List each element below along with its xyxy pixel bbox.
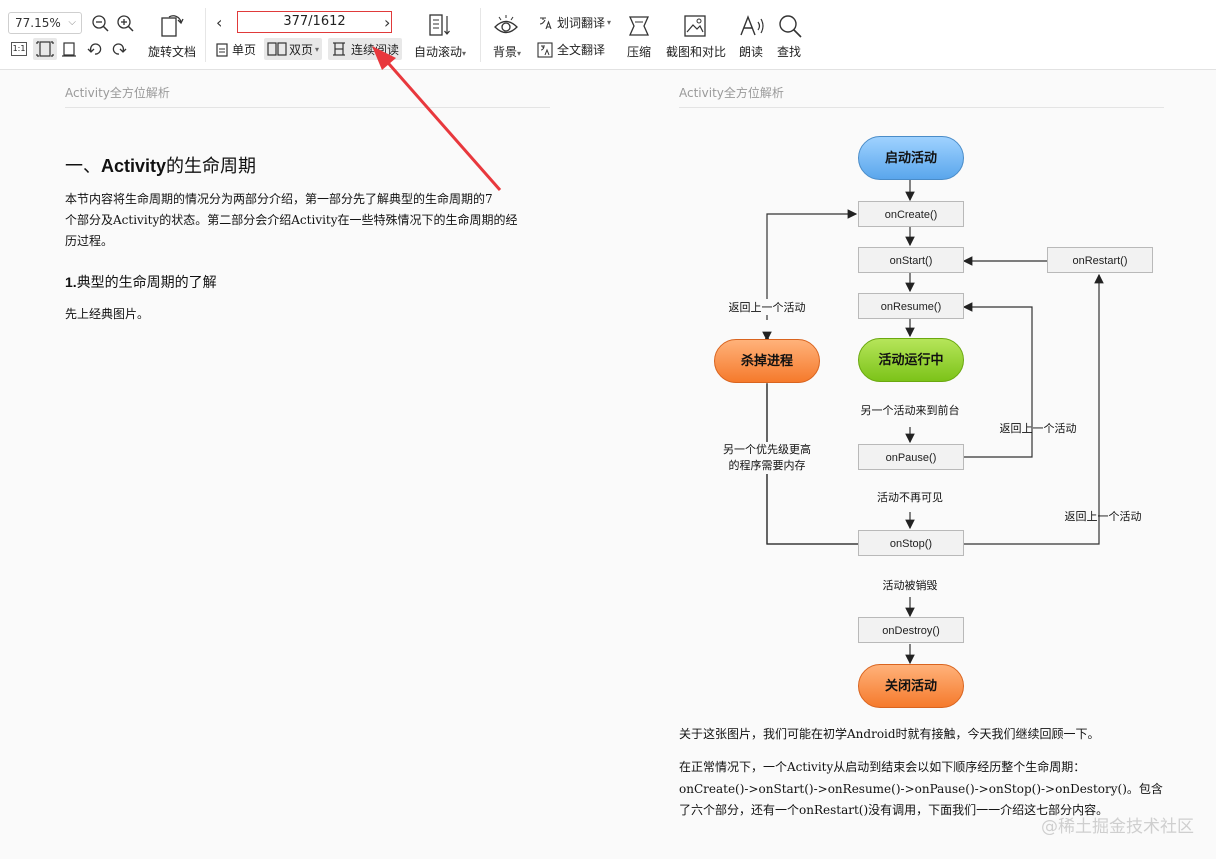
subsection-body: 先上经典图片。 — [65, 307, 150, 321]
double-page-button[interactable]: 双页 ▾ — [264, 38, 323, 60]
kill-process-node: 杀掉进程 — [714, 339, 820, 383]
zoom-out-icon[interactable] — [91, 14, 109, 32]
on-pause-node: onPause() — [858, 444, 964, 470]
next-page-button[interactable]: › — [384, 13, 390, 32]
rotate-left-icon[interactable] — [87, 41, 103, 57]
toolbar: 77.15% ⌵ 1:1 旋转文档 ‹ 377/1612 › 单页 双页 ▾ 自… — [0, 0, 1216, 70]
actual-size-icon[interactable]: 1:1 — [11, 42, 27, 56]
toolbar-divider — [205, 8, 206, 62]
screenshot-compare-label[interactable]: 截图和对比 — [663, 43, 729, 60]
read-aloud-label[interactable]: 朗读 — [735, 43, 767, 60]
zoom-value: 77.15% — [15, 16, 61, 30]
fit-page-icon — [36, 41, 54, 57]
close-activity-node: 关闭活动 — [858, 664, 964, 708]
back-label: 返回上一个活动 — [1064, 510, 1142, 523]
fit-width-icon[interactable] — [61, 41, 77, 57]
zoom-select[interactable]: 77.15% ⌵ — [8, 12, 82, 34]
on-resume-node: onResume() — [858, 293, 964, 319]
single-page-button[interactable]: 单页 — [215, 41, 256, 58]
annotation-arrow — [372, 46, 502, 191]
zoom-in-icon[interactable] — [116, 14, 134, 32]
word-translate-button[interactable]: 划词翻译 ▾ — [537, 14, 611, 31]
start-activity-node: 启动活动 — [858, 136, 964, 180]
rotate-document-label[interactable]: 旋转文档 — [146, 43, 198, 60]
on-restart-node: onRestart() — [1047, 247, 1153, 273]
back-label: 返回上一个活动 — [999, 422, 1077, 435]
to-front-label: 另一个活动来到前台 — [860, 404, 960, 417]
on-create-node: onCreate() — [858, 201, 964, 227]
subsection-heading: 1.典型的生命周期的了解 — [65, 274, 217, 291]
page-header: Activity全方位解析 — [65, 86, 170, 100]
on-destroy-node: onDestroy() — [858, 617, 964, 643]
fit-page-button[interactable] — [33, 38, 57, 60]
chevron-down-icon: ⌵ — [68, 17, 76, 28]
full-translate-button[interactable]: 全文翻译 — [537, 41, 605, 58]
running-node: 活动运行中 — [858, 338, 964, 382]
chevron-down-icon: ▾ — [607, 18, 612, 27]
on-stop-node: onStop() — [858, 530, 964, 556]
left-page: Activity全方位解析 一、Activity的生命周期 本节内容将生命周期的… — [0, 72, 608, 859]
higher-priority-label: 另一个优先级更高 的程序需要内存 — [704, 442, 830, 474]
eye-icon[interactable] — [493, 13, 519, 37]
caption-line: 关于这张图片，我们可能在初学Android时就有接触，今天我们继续回顾一下。 — [679, 727, 1100, 741]
back-label: 返回上一个活动 — [712, 299, 822, 315]
right-page: Activity全方位解析 启动活动 onCreate() onStart() … — [608, 72, 1216, 859]
read-aloud-icon[interactable] — [738, 13, 766, 39]
chevron-down-icon: ▾ — [315, 44, 320, 54]
compress-label[interactable]: 压缩 — [622, 43, 656, 60]
search-icon[interactable] — [777, 13, 803, 39]
on-start-node: onStart() — [858, 247, 964, 273]
screenshot-icon[interactable] — [682, 13, 708, 39]
not-visible-label: 活动不再可见 — [877, 491, 943, 504]
watermark: @稀土掘金技术社区 — [1041, 817, 1194, 837]
pdf-reader-window: 77.15% ⌵ 1:1 旋转文档 ‹ 377/1612 › 单页 双页 ▾ 自… — [0, 0, 1216, 859]
page-number-input[interactable]: 377/1612 — [237, 11, 392, 33]
section-heading: 一、Activity的生命周期 — [65, 156, 257, 177]
full-translate-icon — [537, 41, 553, 58]
auto-scroll-icon[interactable] — [427, 12, 451, 40]
rotate-right-icon[interactable] — [111, 41, 127, 57]
translate-icon — [539, 16, 552, 29]
rotate-document-icon[interactable] — [157, 12, 185, 38]
single-page-icon — [216, 42, 228, 57]
prev-page-button[interactable]: ‹ — [216, 13, 222, 32]
destroyed-label: 活动被销毁 — [882, 579, 938, 592]
compress-icon[interactable] — [626, 13, 652, 39]
double-page-icon — [267, 42, 287, 56]
find-label[interactable]: 查找 — [774, 43, 804, 60]
continuous-read-icon — [333, 42, 345, 56]
